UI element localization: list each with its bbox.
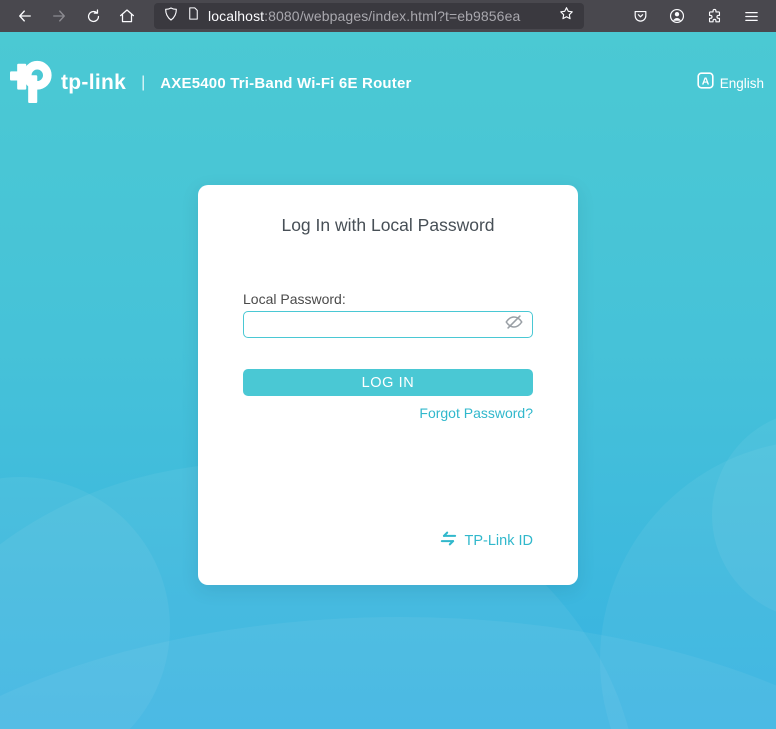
forgot-password-row: Forgot Password? [243, 405, 533, 423]
site-header: tp-link | AXE5400 Tri-Band Wi-Fi 6E Rout… [10, 54, 766, 112]
home-icon [118, 7, 136, 25]
url-text: localhost:8080/webpages/index.html?t=eb9… [208, 8, 551, 24]
back-icon [16, 7, 34, 25]
url-path: :8080/webpages/index.html?t=eb9856ea [264, 8, 520, 24]
password-field-wrap [243, 311, 533, 338]
reload-button[interactable] [78, 3, 108, 29]
forward-button[interactable] [44, 3, 74, 29]
shield-icon[interactable] [163, 6, 179, 27]
tplink-logo [10, 58, 54, 109]
extensions-icon [706, 8, 723, 25]
menu-button[interactable] [736, 3, 766, 29]
eye-hide-icon [504, 314, 524, 335]
pocket-icon [632, 8, 649, 25]
password-label: Local Password: [243, 289, 533, 309]
browser-toolbar: localhost:8080/webpages/index.html?t=eb9… [0, 0, 776, 32]
language-selector[interactable]: A English [697, 72, 766, 94]
refresh-icon [85, 8, 102, 25]
header-divider: | [141, 74, 145, 92]
back-button[interactable] [10, 3, 40, 29]
pocket-button[interactable] [625, 3, 655, 29]
toolbar-right [625, 3, 766, 29]
router-login-page: tp-link | AXE5400 Tri-Band Wi-Fi 6E Rout… [0, 32, 776, 729]
forward-icon [50, 7, 68, 25]
bookmark-star-icon[interactable] [558, 5, 575, 27]
url-bar[interactable]: localhost:8080/webpages/index.html?t=eb9… [154, 3, 584, 29]
menu-icon [743, 8, 760, 25]
tplink-id-login-option[interactable]: TP-Link ID [439, 530, 534, 552]
account-button[interactable] [662, 3, 692, 29]
brand-wordmark: tp-link [61, 71, 126, 95]
svg-text:A: A [701, 75, 709, 87]
language-icon: A [697, 72, 714, 94]
page-icon[interactable] [186, 6, 201, 26]
login-card: Log In with Local Password Local Passwor… [198, 185, 578, 585]
toggle-password-visibility-button[interactable] [504, 317, 524, 333]
home-button[interactable] [112, 3, 142, 29]
language-label: English [720, 76, 764, 91]
password-input[interactable] [243, 311, 533, 338]
account-icon [668, 7, 686, 25]
tplink-id-icon [439, 530, 458, 552]
forgot-password-link[interactable]: Forgot Password? [419, 405, 533, 421]
extensions-button[interactable] [699, 3, 729, 29]
login-title: Log In with Local Password [243, 213, 533, 237]
tplink-id-link[interactable]: TP-Link ID [465, 533, 534, 549]
product-name: AXE5400 Tri-Band Wi-Fi 6E Router [160, 75, 411, 92]
log-in-button[interactable]: LOG IN [243, 369, 533, 396]
url-host: localhost [208, 8, 264, 24]
